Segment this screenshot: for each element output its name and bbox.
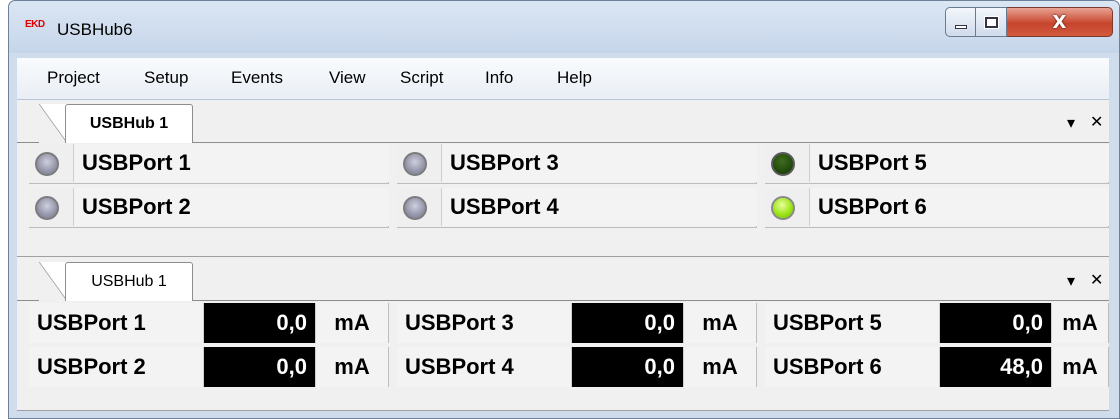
menu-project[interactable]: Project (47, 68, 100, 88)
minimize-icon (954, 25, 967, 29)
current-value: 0,0 (204, 347, 316, 387)
current-unit: mA (316, 347, 389, 387)
tab-baseline (17, 300, 39, 301)
status-divider (17, 410, 1109, 411)
current-unit: mA (316, 303, 389, 343)
port-label: USBPort 4 (441, 188, 757, 226)
menu-events[interactable]: Events (231, 68, 283, 88)
current-unit: mA (684, 303, 757, 343)
port-status-6: USBPort 6 (765, 188, 1109, 228)
port-label: USBPort 1 (73, 144, 389, 182)
current-port-label: USBPort 3 (397, 303, 572, 343)
menu-setup[interactable]: Setup (144, 68, 188, 88)
minimize-button[interactable] (945, 7, 976, 37)
tab-usbhub-status[interactable]: USBHub 1 (65, 104, 193, 143)
app-logo-icon: EKD (25, 19, 45, 30)
maximize-icon (983, 15, 999, 29)
current-port-label: USBPort 2 (29, 347, 204, 387)
window-title: USBHub6 (57, 20, 133, 39)
current-value: 0,0 (940, 303, 1052, 343)
port-status-4: USBPort 4 (397, 188, 757, 228)
panel-divider (17, 256, 1109, 257)
current-port-label: USBPort 6 (765, 347, 940, 387)
workspace: USBHub 1 ▾ ✕ USBPort 1 USBPort 3 USBPort… (17, 100, 1109, 411)
current-unit: mA (1052, 347, 1109, 387)
menu-help[interactable]: Help (557, 68, 592, 88)
port-status-2: USBPort 2 (29, 188, 389, 228)
tab-baseline (193, 142, 1109, 143)
menu-info[interactable]: Info (485, 68, 513, 88)
led-indicator-icon (771, 196, 795, 220)
led-indicator-icon (35, 196, 59, 220)
maximize-button[interactable] (976, 7, 1007, 37)
current-value: 48,0 (940, 347, 1052, 387)
tab-edge (39, 104, 67, 143)
menu-script[interactable]: Script (400, 68, 443, 88)
menu-view[interactable]: View (329, 68, 366, 88)
current-value: 0,0 (572, 303, 684, 343)
led-indicator-icon (403, 196, 427, 220)
current-value: 0,0 (572, 347, 684, 387)
current-value: 0,0 (204, 303, 316, 343)
close-icon: X (1052, 11, 1067, 33)
led-indicator-icon (403, 152, 427, 176)
current-port-label: USBPort 4 (397, 347, 572, 387)
current-port-label: USBPort 1 (29, 303, 204, 343)
tab-usbhub-current[interactable]: USBHub 1 (65, 262, 193, 301)
port-label: USBPort 6 (809, 188, 1109, 226)
close-button[interactable]: X (1007, 7, 1113, 37)
app-window: EKD USBHub6 X Project Setup Events View … (8, 0, 1120, 419)
title-bar[interactable]: EKD USBHub6 X (9, 1, 1119, 53)
menu-bar: Project Setup Events View Script Info He… (17, 58, 1109, 100)
port-label: USBPort 5 (809, 144, 1109, 182)
tab-baseline (193, 300, 1109, 301)
tab-edge (39, 262, 67, 301)
current-unit: mA (684, 347, 757, 387)
current-unit: mA (1052, 303, 1109, 343)
port-status-1: USBPort 1 (29, 144, 389, 184)
led-indicator-icon (771, 152, 795, 176)
panel-menu-icon[interactable]: ▾ (1067, 113, 1075, 132)
port-status-3: USBPort 3 (397, 144, 757, 184)
tab-baseline (17, 142, 39, 143)
panel-menu-icon[interactable]: ▾ (1067, 271, 1075, 290)
port-label: USBPort 2 (73, 188, 389, 226)
current-port-label: USBPort 5 (765, 303, 940, 343)
led-indicator-icon (35, 152, 59, 176)
panel-close-icon[interactable]: ✕ (1090, 270, 1103, 289)
port-label: USBPort 3 (441, 144, 757, 182)
port-status-5: USBPort 5 (765, 144, 1109, 184)
panel-close-icon[interactable]: ✕ (1090, 112, 1103, 131)
